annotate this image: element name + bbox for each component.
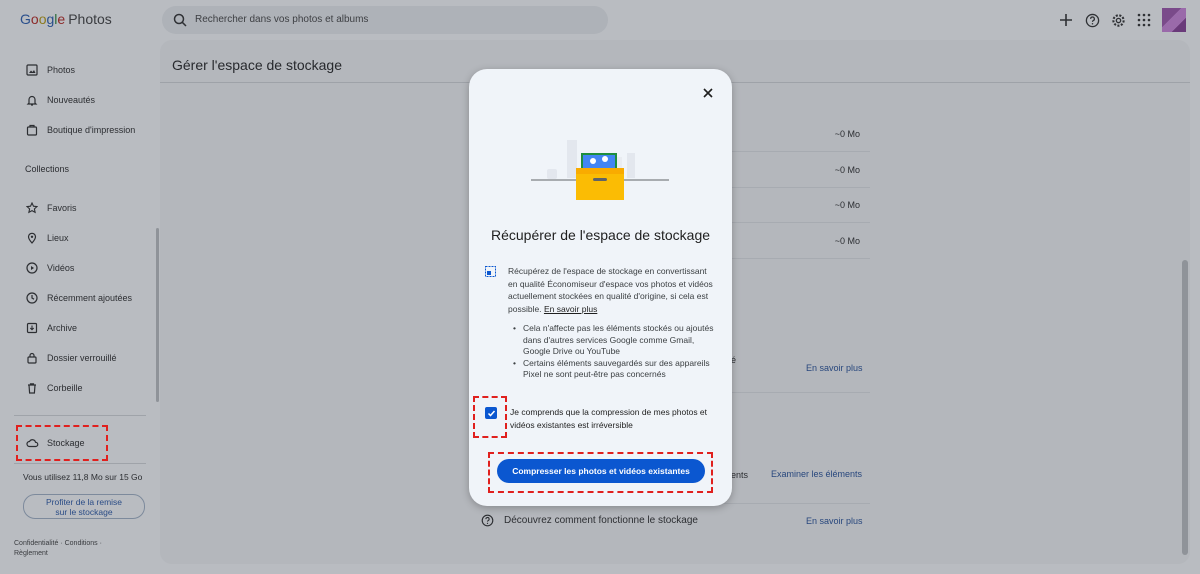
recover-storage-dialog: Récupérer de l'espace de stockage Récupé…	[469, 69, 732, 506]
archive-icon	[25, 321, 39, 335]
checkmark-icon	[487, 410, 495, 417]
review-items-link[interactable]: Examiner les éléments	[771, 469, 862, 479]
help-icon	[481, 514, 494, 527]
sidebar: Photos Nouveautés Boutique d'impression …	[0, 40, 160, 574]
dialog-description: Récupérez de l'espace de stockage en con…	[508, 266, 713, 314]
list-item: Certains éléments sauvegardés sur des ap…	[511, 358, 721, 381]
storage-value: ~0 Mo	[834, 165, 860, 175]
storage-value: ~0 Mo	[834, 236, 860, 246]
clock-icon	[25, 291, 39, 305]
learn-more-link[interactable]: En savoir plus	[806, 516, 863, 526]
settings-icon[interactable]	[1110, 12, 1126, 28]
avatar[interactable]	[1162, 8, 1186, 32]
bell-icon	[25, 93, 39, 107]
search-icon	[173, 13, 187, 27]
collections-heading: Collections	[25, 164, 70, 174]
main-scrollbar[interactable]	[1182, 260, 1188, 555]
sidebar-item-print-shop[interactable]: Boutique d'impression	[25, 121, 135, 139]
storage-discount-button[interactable]: Profiter de la remise sur le stockage	[23, 494, 145, 519]
storage-box-illustration	[531, 140, 669, 200]
apps-icon[interactable]	[1136, 12, 1152, 28]
sidebar-divider	[14, 463, 146, 464]
sidebar-divider	[14, 415, 146, 416]
help-icon[interactable]	[1084, 12, 1100, 28]
sidebar-item-photos[interactable]: Photos	[25, 61, 75, 79]
sidebar-item-places[interactable]: Lieux	[25, 229, 69, 247]
quality-icon	[485, 266, 496, 277]
add-icon[interactable]	[1058, 12, 1074, 28]
dialog-bullet-list: Cela n'affecte pas les éléments stockés …	[511, 323, 721, 381]
learn-more-link[interactable]: En savoir plus	[806, 363, 863, 373]
sidebar-item-archive[interactable]: Archive	[25, 319, 77, 337]
sidebar-item-locked-folder[interactable]: Dossier verrouillé	[25, 349, 117, 367]
star-icon	[25, 201, 39, 215]
sidebar-item-trash[interactable]: Corbeille	[25, 379, 83, 397]
play-icon	[25, 261, 39, 275]
terms-link[interactable]: Conditions	[65, 540, 98, 547]
location-icon	[25, 231, 39, 245]
page-title: Gérer l'espace de stockage	[172, 57, 342, 73]
trash-icon	[25, 381, 39, 395]
privacy-link[interactable]: Confidentialité	[14, 540, 58, 547]
close-icon[interactable]	[701, 86, 715, 100]
storage-help-row: Découvrez comment fonctionne le stockage	[481, 514, 698, 527]
irreversible-checkbox[interactable]	[485, 407, 497, 419]
top-actions	[1058, 8, 1186, 32]
partial-row-text: ents	[731, 470, 749, 480]
rules-link[interactable]: Règlement	[14, 550, 48, 557]
top-bar: Google Photos Rechercher dans vos photos …	[0, 0, 1200, 40]
sidebar-footer: Confidentialité · Conditions · Règlement	[14, 540, 102, 557]
dialog-title: Récupérer de l'espace de stockage	[490, 227, 711, 243]
sidebar-item-favorites[interactable]: Favoris	[25, 199, 77, 217]
sidebar-item-recent[interactable]: Récemment ajoutées	[25, 289, 132, 307]
list-item: Cela n'affecte pas les éléments stockés …	[511, 323, 721, 358]
print-shop-icon	[25, 123, 39, 137]
storage-value: ~0 Mo	[834, 129, 860, 139]
storage-usage-text: Vous utilisez 11,8 Mo sur 15 Go	[23, 472, 143, 482]
storage-value: ~0 Mo	[834, 200, 860, 210]
google-photos-logo[interactable]: Google Photos	[20, 11, 112, 27]
compress-button[interactable]: Compresser les photos et vidéos existant…	[497, 459, 705, 483]
checkbox-label[interactable]: Je comprends que la compression de mes p…	[510, 406, 722, 431]
storage-highlight-annotation	[16, 425, 108, 461]
sidebar-item-videos[interactable]: Vidéos	[25, 259, 74, 277]
lock-icon	[25, 351, 39, 365]
sidebar-scrollbar[interactable]	[156, 228, 159, 402]
search-input[interactable]: Rechercher dans vos photos et albums	[195, 14, 368, 25]
sidebar-item-news[interactable]: Nouveautés	[25, 91, 95, 109]
photo-icon	[25, 63, 39, 77]
dialog-learn-more-link[interactable]: En savoir plus	[544, 304, 597, 314]
search-bar[interactable]: Rechercher dans vos photos et albums	[162, 6, 608, 34]
